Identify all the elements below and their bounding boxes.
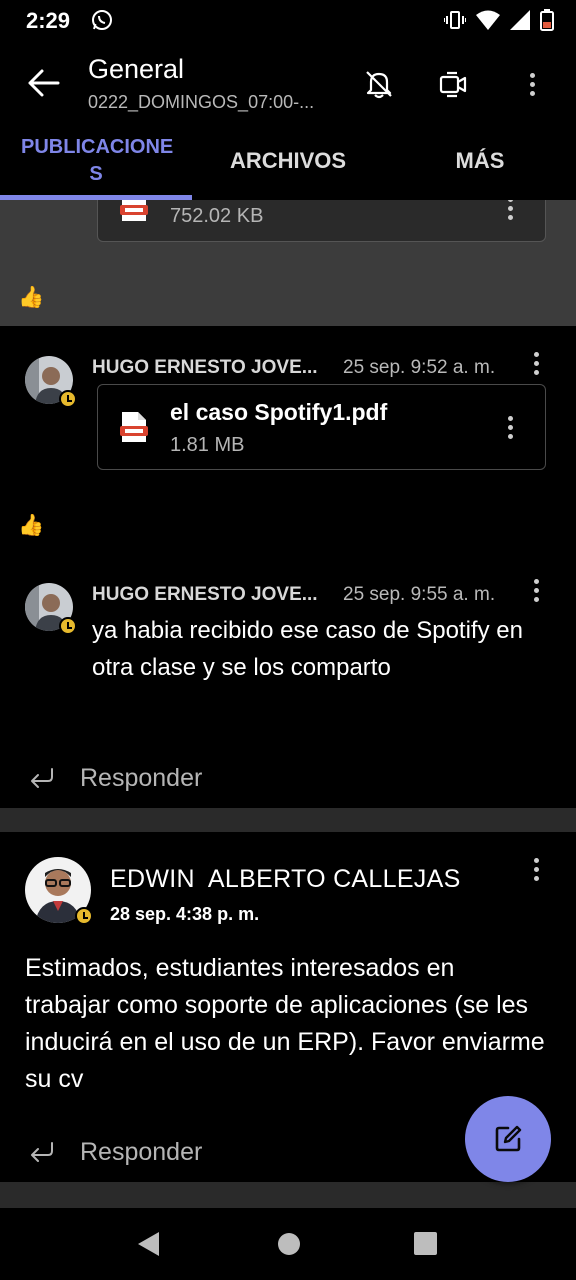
file-name: el caso Spotify1.pdf: [170, 399, 388, 425]
tab-archivos-label: ARCHIVOS: [229, 148, 347, 173]
battery-icon: [540, 9, 554, 31]
highlighted-post: 752.02 KB 👍: [0, 200, 576, 326]
system-nav-bar: [0, 1208, 576, 1280]
nav-recents-icon[interactable]: [413, 1230, 439, 1258]
whatsapp-icon: [92, 10, 112, 30]
reply-arrow-icon: [31, 1142, 53, 1162]
file-attachment[interactable]: 752.02 KB: [97, 200, 546, 242]
tab-bar: PUBLICACIONE S ARCHIVOS MÁS: [0, 122, 576, 200]
team-subtitle: 0222_DOMINGOS_07:00-...: [88, 92, 315, 112]
app-bar: General 0222_DOMINGOS_07:00-...: [0, 42, 576, 122]
file-more-icon[interactable]: [500, 200, 520, 223]
post-message: ya habia recibido ese caso de Spotify en…: [92, 617, 523, 681]
wifi-icon: [476, 10, 500, 30]
reply-button[interactable]: Responder: [28, 760, 202, 796]
reply-label: Responder: [80, 763, 203, 792]
posts-feed[interactable]: 752.02 KB 👍 HUGO ERNESTO JOVE... 25 sep.…: [0, 200, 576, 1208]
nav-back-icon[interactable]: [135, 1230, 161, 1258]
away-status-icon: [75, 907, 93, 925]
file-attachment[interactable]: el caso Spotify1.pdf 1.81 MB: [97, 384, 546, 470]
tab-mas-label: MÁS: [455, 148, 505, 173]
pdf-file-icon: [120, 200, 148, 221]
tab-publicaciones-label: PUBLICACIONE S: [21, 136, 174, 185]
away-status-icon: [59, 390, 77, 408]
tab-publicaciones[interactable]: PUBLICACIONE S: [0, 122, 192, 200]
file-size: 1.81 MB: [170, 434, 245, 456]
compose-icon: [495, 1125, 522, 1152]
away-status-icon: [59, 617, 77, 635]
tab-archivos[interactable]: ARCHIVOS: [192, 122, 384, 200]
video-call-icon: [439, 71, 467, 98]
reply-arrow-icon: [31, 768, 53, 788]
more-options-button[interactable]: [512, 64, 552, 104]
bell-off-icon: [366, 71, 392, 99]
meet-now-button[interactable]: [433, 64, 473, 104]
post-separator: [0, 1182, 576, 1208]
vibrate-icon: [444, 11, 466, 29]
post-message: Estimados, estudiantes interesados en tr…: [25, 954, 545, 1093]
post-timestamp: 28 sep. 4:38 p. m.: [110, 904, 260, 924]
channel-title: General: [88, 54, 185, 84]
pdf-file-icon: [120, 412, 148, 442]
file-more-icon[interactable]: [500, 412, 520, 442]
post-more-icon[interactable]: [526, 575, 546, 605]
post-author: HUGO ERNESTO JOVE...: [92, 584, 318, 605]
mute-notifications-button[interactable]: [359, 64, 399, 104]
status-bar: 2:29: [0, 0, 576, 42]
post-timestamp: 25 sep. 9:52 a. m.: [343, 357, 496, 378]
file-size: 752.02 KB: [170, 205, 264, 227]
signal-icon: [510, 10, 530, 30]
post-timestamp: 25 sep. 9:55 a. m.: [343, 584, 496, 605]
post-more-icon[interactable]: [526, 348, 546, 378]
post-author: EDWIN ALBERTO CALLEJAS: [110, 865, 461, 893]
reply-label: Responder: [80, 1137, 203, 1166]
like-reaction-icon[interactable]: 👍: [18, 514, 44, 538]
post-author: HUGO ERNESTO JOVE...: [92, 357, 318, 378]
like-reaction-icon[interactable]: 👍: [18, 286, 44, 310]
back-button[interactable]: [22, 62, 64, 104]
post-more-icon[interactable]: [526, 854, 546, 884]
back-arrow-icon: [28, 69, 60, 97]
avatar[interactable]: [25, 857, 93, 925]
more-vertical-icon: [522, 69, 542, 99]
status-time: 2:29: [26, 8, 71, 33]
tab-mas[interactable]: MÁS: [384, 122, 576, 200]
nav-home-icon[interactable]: [276, 1230, 302, 1258]
avatar[interactable]: [25, 356, 77, 408]
avatar[interactable]: [25, 583, 77, 635]
new-post-button[interactable]: [465, 1096, 551, 1182]
reply-button[interactable]: Responder: [28, 1134, 202, 1170]
post-separator: [0, 808, 576, 832]
